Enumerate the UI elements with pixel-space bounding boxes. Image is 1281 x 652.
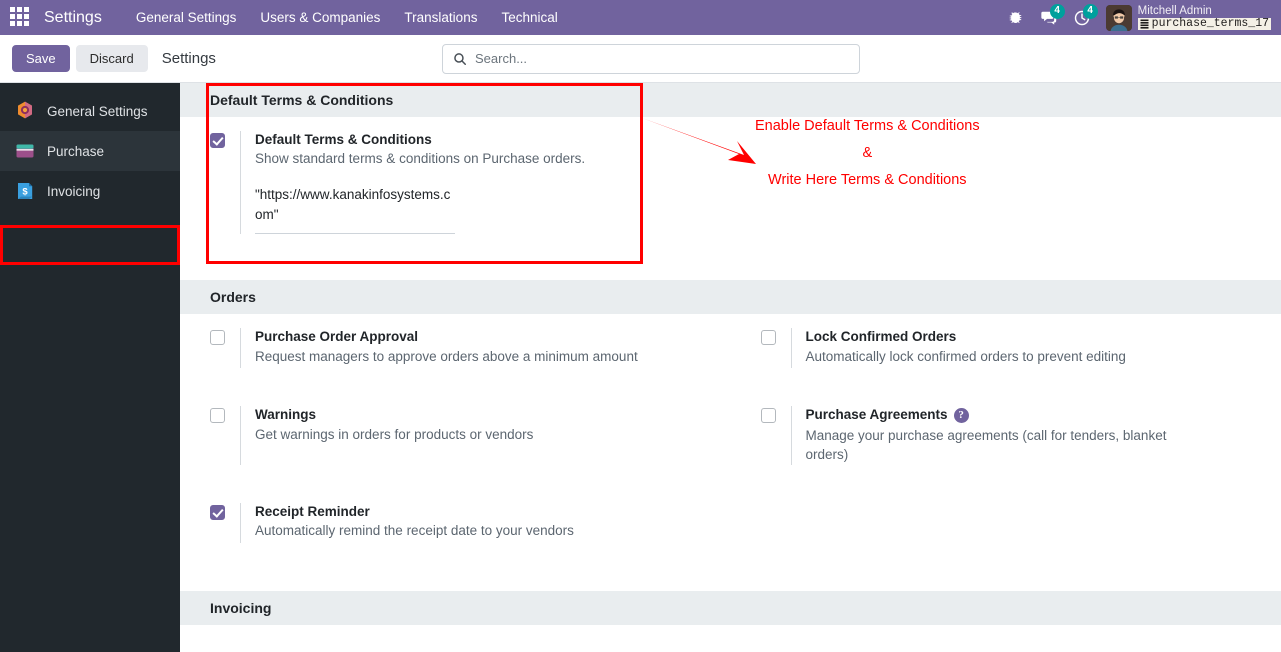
setting-label: Purchase Order Approval (255, 329, 419, 345)
setting-description: Get warnings in orders for products or v… (255, 426, 534, 442)
setting-purchase-order-approval: Purchase Order Approval Request managers… (180, 314, 731, 378)
setting-divider (790, 328, 792, 369)
sidebar-item-general-settings[interactable]: General Settings (0, 91, 180, 131)
setting-description: Show standard terms & conditions on Purc… (255, 151, 586, 167)
setting-empty-slot (731, 489, 1281, 553)
save-button[interactable]: Save (12, 45, 70, 72)
setting-receipt-reminder: Receipt Reminder Automatically remind th… (180, 489, 731, 553)
setting-warnings: Warnings Get warnings in orders for prod… (180, 392, 731, 474)
sidebar-item-label: Purchase (47, 143, 105, 159)
top-navbar: Settings General Settings Users & Compan… (0, 0, 1281, 35)
svg-text:$: $ (22, 187, 28, 198)
control-panel: Save Discard Settings Search... (0, 35, 1281, 83)
setting-lock-confirmed-orders: Lock Confirmed Orders Automatically lock… (731, 314, 1281, 378)
setting-description: Request managers to approve orders above… (255, 348, 638, 364)
setting-row-orders-1: Purchase Order Approval Request managers… (180, 314, 1281, 378)
checkbox-lock-confirmed-orders[interactable] (760, 330, 776, 346)
user-menu[interactable]: Mitchell Admin purchase_terms_17 (1105, 4, 1271, 31)
setting-divider (240, 328, 241, 369)
setting-label: Receipt Reminder (255, 503, 370, 519)
section-header-orders: Orders (180, 280, 1281, 315)
search-icon (454, 52, 466, 65)
setting-text-block: Default Terms & Conditions Show standard… (255, 131, 701, 235)
setting-description: Manage your purchase agreements (call fo… (805, 427, 1167, 463)
sidebar-item-label: General Settings (47, 103, 148, 119)
checkbox-purchase-agreements[interactable] (760, 408, 776, 424)
avatar[interactable] (1105, 4, 1132, 31)
bug-icon[interactable] (1001, 3, 1031, 33)
messages-badge: 4 (1049, 3, 1065, 19)
setting-divider (790, 406, 792, 465)
search-input[interactable]: Search... (442, 43, 860, 74)
user-identity: Mitchell Admin purchase_terms_17 (1137, 4, 1271, 31)
app-brand-title[interactable]: Settings (44, 9, 102, 27)
page-title: Settings (161, 50, 216, 67)
setting-divider (240, 502, 241, 543)
highlight-box-purchase-menu (0, 225, 180, 265)
setting-text-block: Warnings Get warnings in orders for prod… (255, 406, 701, 444)
setting-default-terms: Default Terms & Conditions Show standard… (180, 117, 731, 244)
discard-button[interactable]: Discard (75, 45, 148, 72)
navbar-menu: General Settings Users & Companies Trans… (124, 4, 570, 31)
activities-clock-icon[interactable]: 4 (1067, 3, 1098, 33)
setting-divider (240, 406, 241, 465)
setting-text-block: Purchase Agreements ? Manage your purcha… (806, 406, 1252, 464)
setting-text-block: Purchase Order Approval Request managers… (255, 328, 701, 366)
purchase-card-icon (14, 140, 36, 162)
setting-description: Automatically lock confirmed orders to p… (805, 348, 1126, 364)
section-header-default-terms: Default Terms & Conditions (180, 83, 1281, 117)
apps-grid-icon[interactable] (10, 6, 32, 29)
settings-content: Default Terms & Conditions Default Terms… (180, 83, 1281, 652)
setting-text-block: Receipt Reminder Automatically remind th… (255, 503, 701, 541)
messages-icon[interactable]: 4 (1034, 3, 1065, 33)
checkbox-purchase-order-approval[interactable] (210, 330, 225, 346)
sidebar-item-invoicing[interactable]: $ Invoicing (0, 171, 180, 211)
activities-badge: 4 (1082, 3, 1098, 19)
navbar-item-users-companies[interactable]: Users & Companies (248, 4, 392, 31)
checkbox-receipt-reminder[interactable] (210, 504, 225, 520)
checkbox-default-terms[interactable] (210, 133, 225, 148)
database-icon (1140, 19, 1149, 29)
user-name: Mitchell Admin (1137, 4, 1212, 17)
setting-label: Default Terms & Conditions (255, 132, 432, 147)
section-header-invoicing: Invoicing (180, 590, 1281, 625)
navbar-system-tray: 4 4 Mitchell Admin purchase_terms_17 (1001, 3, 1273, 33)
help-question-icon[interactable]: ? (953, 407, 969, 423)
sidebar-item-label: Invoicing (47, 183, 101, 199)
navbar-item-technical[interactable]: Technical (489, 4, 569, 31)
setting-label: Lock Confirmed Orders (805, 329, 957, 345)
setting-row-orders-3: Receipt Reminder Automatically remind th… (180, 489, 1281, 553)
database-chip: purchase_terms_17 (1137, 17, 1271, 31)
settings-sidebar: General Settings Purchase $ Invoicing (0, 83, 180, 652)
checkbox-warnings[interactable] (210, 408, 225, 424)
search-placeholder: Search... (475, 51, 528, 66)
setting-purchase-agreements: Purchase Agreements ? Manage your purcha… (731, 392, 1281, 474)
setting-row-orders-2: Warnings Get warnings in orders for prod… (180, 392, 1281, 474)
navbar-item-general-settings[interactable]: General Settings (124, 4, 249, 31)
page-body: General Settings Purchase $ Invoicing De… (0, 83, 1281, 652)
sidebar-item-purchase[interactable]: Purchase (0, 131, 180, 171)
setting-divider (240, 131, 241, 235)
navbar-item-translations[interactable]: Translations (392, 4, 489, 31)
invoicing-document-icon: $ (14, 180, 36, 202)
terms-textarea[interactable]: "https://www.kanakinfosystems.com" (255, 185, 455, 235)
setting-label: Warnings (255, 407, 317, 423)
setting-text-block: Lock Confirmed Orders Automatically lock… (806, 328, 1252, 366)
settings-gear-icon (14, 100, 36, 122)
setting-description: Automatically remind the receipt date to… (255, 522, 574, 538)
setting-label: Purchase Agreements ? (806, 406, 1252, 424)
setting-row-default-terms: Default Terms & Conditions Show standard… (180, 117, 1281, 244)
database-name: purchase_terms_17 (1151, 17, 1269, 30)
